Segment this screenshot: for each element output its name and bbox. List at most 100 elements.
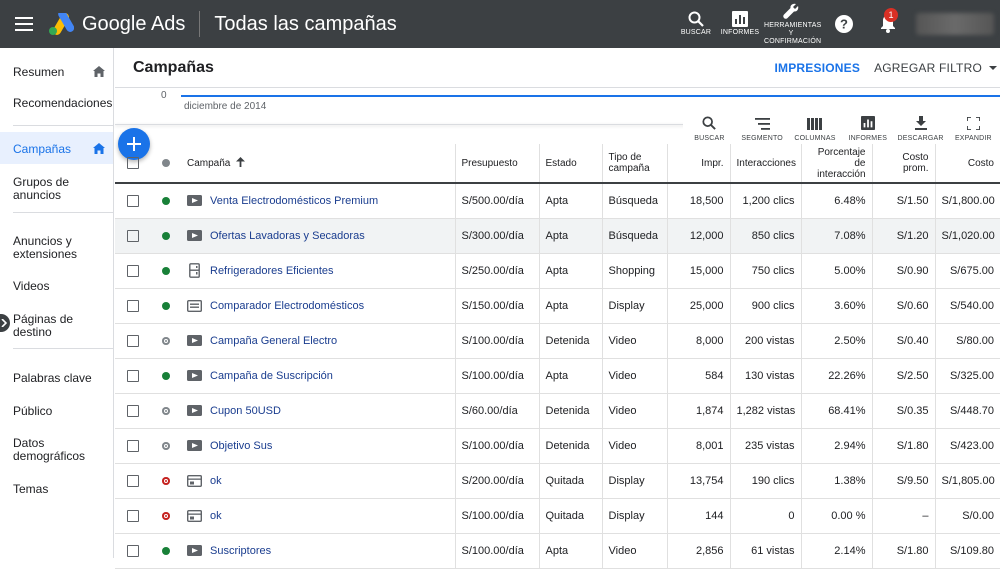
status-filter-dot[interactable] <box>162 158 170 167</box>
row-checkbox[interactable] <box>127 474 139 487</box>
campaign-name-link[interactable]: Ofertas Lavadoras y Secadoras <box>210 230 365 242</box>
status-dot-enabled[interactable] <box>162 196 170 205</box>
campaign-name-link[interactable]: Campaña de Suscripción <box>210 370 333 382</box>
row-checkbox[interactable] <box>127 229 139 242</box>
google-ads-logo[interactable]: Google Ads <box>48 13 185 36</box>
status-dot-enabled[interactable] <box>162 301 170 310</box>
campaign-name-link[interactable]: Refrigeradores Eficientes <box>210 265 334 277</box>
header-budget[interactable]: Presupuesto <box>454 144 539 184</box>
top-search-button[interactable]: BUSCAR <box>674 0 718 48</box>
table-row[interactable]: ok S/200.00/día Quitada Display 13,754 190 cl… <box>115 463 1000 499</box>
table-row[interactable]: ok S/100.00/día Quitada Display 144 0 0.00 % – S… <box>115 498 1000 534</box>
budget-cell[interactable]: S/500.00/día <box>454 183 539 219</box>
sidebar-item-publico[interactable]: Público <box>0 405 113 418</box>
row-checkbox[interactable] <box>127 404 139 417</box>
budget-cell[interactable]: S/150.00/día <box>454 288 539 324</box>
sidebar-item-grupos-de-anuncios[interactable]: Grupos de anuncios <box>0 176 80 202</box>
header-select-all[interactable] <box>115 144 151 184</box>
campaign-name-link[interactable]: Objetivo Sus <box>210 440 272 452</box>
header-avg-cost[interactable]: Costo prom. <box>871 144 935 184</box>
sidebar-divider <box>13 212 113 213</box>
row-checkbox[interactable] <box>127 334 139 347</box>
status-dot-paused[interactable] <box>162 406 170 415</box>
table-row[interactable]: Refrigeradores Eficientes S/250.00/día Apt… <box>115 253 1000 289</box>
interactions-cell: 1,200 clics <box>729 183 801 219</box>
table-row[interactable]: Campaña General Electro S/100.00/día Deten… <box>115 323 1000 359</box>
header-impressions[interactable]: Impr. <box>666 144 730 184</box>
table-row[interactable]: Objetivo Sus S/100.00/día Detenida Video 8,0… <box>115 428 1000 464</box>
fullscreen-icon <box>966 117 980 130</box>
table-row[interactable]: Cupon 50USD S/60.00/día Detenida Video 1,874… <box>115 393 1000 429</box>
campaign-name-link[interactable]: Cupon 50USD <box>210 405 281 417</box>
toolbar-search-button[interactable]: BUSCAR <box>683 104 736 144</box>
status-dot-paused[interactable] <box>162 336 170 345</box>
sidebar-divider <box>13 348 113 349</box>
status-dot-enabled[interactable] <box>162 231 170 240</box>
sidebar-item-resumen[interactable]: Resumen <box>0 66 113 79</box>
budget-cell[interactable]: S/100.00/día <box>454 358 539 394</box>
sidebar-item-videos[interactable]: Videos <box>0 280 113 293</box>
notifications-button[interactable]: 1 <box>868 0 908 48</box>
toolbar-expand-button[interactable]: EXPANDIR <box>947 104 1000 144</box>
header-cost[interactable]: Costo <box>934 144 1000 184</box>
header-type[interactable]: Tipo de campaña <box>601 144 667 184</box>
add-filter-button[interactable]: AGREGAR FILTRO <box>874 61 1000 75</box>
status-dot-paused[interactable] <box>162 441 170 450</box>
row-status-dot-cell <box>151 288 181 324</box>
header-campaign[interactable]: Campaña <box>181 144 455 184</box>
status-dot-removed[interactable] <box>162 511 170 520</box>
row-checkbox[interactable] <box>127 194 139 207</box>
interactions-cell: 190 clics <box>729 463 801 499</box>
budget-cell[interactable]: S/300.00/día <box>454 218 539 254</box>
campaign-name-link[interactable]: ok <box>210 510 222 522</box>
budget-cell[interactable]: S/200.00/día <box>454 463 539 499</box>
row-checkbox[interactable] <box>127 299 139 312</box>
sidebar-item-temas[interactable]: Temas <box>0 483 113 496</box>
account-info[interactable] <box>916 13 994 35</box>
row-checkbox[interactable] <box>127 439 139 452</box>
hamburger-menu-icon[interactable] <box>0 0 48 48</box>
campaign-name-link[interactable]: ok <box>210 475 222 487</box>
table-row[interactable]: Suscriptores S/100.00/día Apta Video 2,856 61… <box>115 533 1000 569</box>
header-status[interactable]: Estado <box>538 144 602 184</box>
sidebar-item-anuncios-y-extensiones[interactable]: Anuncios y extensiones <box>0 235 80 261</box>
table-row[interactable]: Campaña de Suscripción S/100.00/día Apta Vi… <box>115 358 1000 394</box>
sidebar-item-palabras-clave[interactable]: Palabras clave <box>0 372 113 385</box>
toolbar-download-button[interactable]: DESCARGAR <box>894 104 947 144</box>
table-row[interactable]: Venta Electrodomésticos Premium S/500.00/… <box>115 183 1000 219</box>
campaign-name-link[interactable]: Suscriptores <box>210 545 271 557</box>
row-checkbox[interactable] <box>127 369 139 382</box>
header-interaction-rate[interactable]: Porcentaje de interacción <box>800 144 872 184</box>
toolbar-segment-button[interactable]: SEGMENTO <box>736 104 789 144</box>
select-all-checkbox[interactable] <box>127 157 139 169</box>
status-dot-removed[interactable] <box>162 476 170 485</box>
sidebar-item-datos-demograficos[interactable]: Datos demográficos <box>0 437 96 463</box>
budget-cell[interactable]: S/100.00/día <box>454 428 539 464</box>
row-checkbox[interactable] <box>127 544 139 557</box>
budget-cell[interactable]: S/60.00/día <box>454 393 539 429</box>
sidebar-item-recomendaciones[interactable]: Recomendaciones <box>0 97 113 110</box>
budget-cell[interactable]: S/250.00/día <box>454 253 539 289</box>
toolbar-columns-button[interactable]: COLUMNAS <box>789 104 842 144</box>
row-checkbox[interactable] <box>127 264 139 277</box>
campaign-name-link[interactable]: Venta Electrodomésticos Premium <box>210 195 378 207</box>
toolbar-reports-button[interactable]: INFORMES <box>841 104 894 144</box>
status-dot-enabled[interactable] <box>162 546 170 555</box>
campaign-name-link[interactable]: Comparador Electrodomésticos <box>210 300 364 312</box>
status-dot-enabled[interactable] <box>162 371 170 380</box>
table-row[interactable]: Comparador Electrodomésticos S/150.00/día… <box>115 288 1000 324</box>
sidebar-item-paginas-de-destino[interactable]: Páginas de destino <box>0 313 80 339</box>
impressions-button[interactable]: IMPRESIONES <box>775 61 861 75</box>
header-interactions[interactable]: Interacciones <box>729 144 801 184</box>
top-reports-button[interactable]: INFORMES <box>718 0 762 48</box>
budget-cell[interactable]: S/100.00/día <box>454 323 539 359</box>
budget-cell[interactable]: S/100.00/día <box>454 533 539 569</box>
top-tools-button[interactable]: HERRAMIENTAS Y CONFIRMACIÓN <box>762 0 821 48</box>
sidebar-item-campanas[interactable]: Campañas <box>0 143 113 156</box>
row-checkbox[interactable] <box>127 509 139 522</box>
budget-cell[interactable]: S/100.00/día <box>454 498 539 534</box>
table-row[interactable]: Ofertas Lavadoras y Secadoras S/300.00/dí… <box>115 218 1000 254</box>
help-button[interactable]: ? <box>820 0 868 48</box>
campaign-name-link[interactable]: Campaña General Electro <box>210 335 337 347</box>
status-dot-enabled[interactable] <box>162 266 170 275</box>
